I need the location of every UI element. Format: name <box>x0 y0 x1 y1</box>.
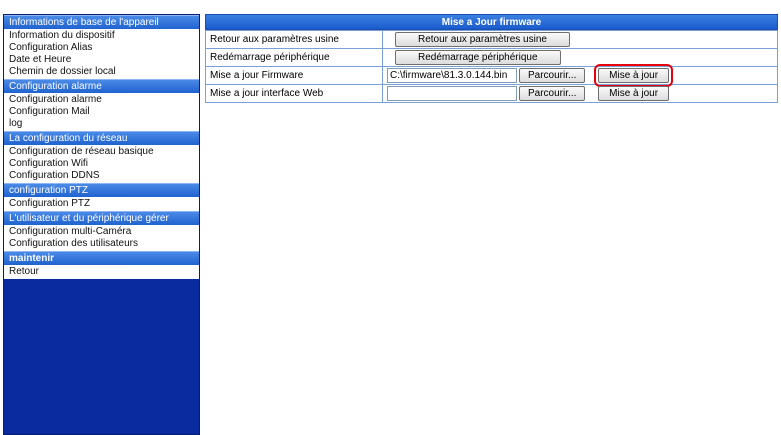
sidebar-group-user-device: Configuration multi-Caméra Configuration… <box>4 225 199 251</box>
reboot-button[interactable]: Redémarrage périphérique <box>395 50 561 65</box>
webui-file-input[interactable] <box>387 85 517 101</box>
firmware-table: Retour aux paramètres usine Retour aux p… <box>205 30 778 103</box>
reboot-label: Redémarrage périphérique <box>205 48 383 67</box>
sidebar-header-ptz[interactable]: configuration PTZ <box>4 183 199 197</box>
page-title: Mise a Jour firmware <box>205 14 778 30</box>
webui-update-button[interactable]: Mise à jour <box>598 86 670 102</box>
sidebar-header-network[interactable]: La configuration du réseau <box>4 131 199 145</box>
firmware-cell: C:\firmware\81.3.0.144.bin Parcourir... M… <box>382 64 778 88</box>
sidebar-item-mail-config[interactable]: Configuration Mail <box>4 106 199 118</box>
factory-reset-label: Retour aux paramètres usine <box>205 30 383 49</box>
sidebar-header-maintain[interactable]: maintenir <box>4 251 199 265</box>
factory-reset-cell: Retour aux paramètres usine <box>382 30 778 49</box>
sidebar-item-log[interactable]: log <box>4 118 199 130</box>
sidebar-item-ddns[interactable]: Configuration DDNS <box>4 170 199 182</box>
sidebar-group-network: Configuration de réseau basique Configur… <box>4 145 199 183</box>
firmware-browse-button[interactable]: Parcourir... <box>519 68 586 84</box>
sidebar-item-local-folder[interactable]: Chemin de dossier local <box>4 66 199 78</box>
firmware-file-input[interactable]: C:\firmware\81.3.0.144.bin <box>387 67 517 83</box>
sidebar-item-alarm-config[interactable]: Configuration alarme <box>4 94 199 106</box>
sidebar-header-alarm[interactable]: Configuration alarme <box>4 79 199 93</box>
sidebar-nav: Informations de base de l'appareil Infor… <box>3 14 200 435</box>
sidebar-header-user-device[interactable]: L'utilisateur et du périphérique gérer <box>4 211 199 225</box>
sidebar-group-device-info: Information du dispositif Configuration … <box>4 29 199 79</box>
table-row-reboot: Redémarrage périphérique Redémarrage pér… <box>205 48 778 67</box>
table-row-firmware: Mise a jour Firmware C:\firmware\81.3.0.… <box>205 64 778 88</box>
sidebar-item-multi-camera[interactable]: Configuration multi-Caméra <box>4 226 199 238</box>
firmware-panel: Mise a Jour firmware Retour aux paramètr… <box>205 14 778 103</box>
sidebar-group-ptz: Configuration PTZ <box>4 197 199 211</box>
sidebar-item-users[interactable]: Configuration des utilisateurs <box>4 238 199 250</box>
sidebar-item-date-time[interactable]: Date et Heure <box>4 54 199 66</box>
sidebar-item-ptz-config[interactable]: Configuration PTZ <box>4 198 199 210</box>
table-row-webui: Mise a jour interface Web Parcourir... M… <box>205 84 778 103</box>
sidebar-item-device-info[interactable]: Information du dispositif <box>4 30 199 42</box>
sidebar-group-alarm: Configuration alarme Configuration Mail … <box>4 93 199 131</box>
sidebar-group-maintain: Retour <box>4 265 199 279</box>
webui-label: Mise a jour interface Web <box>205 84 383 103</box>
factory-reset-button[interactable]: Retour aux paramètres usine <box>395 32 570 47</box>
firmware-update-button[interactable]: Mise à jour <box>594 64 674 88</box>
sidebar-header-device-info[interactable]: Informations de base de l'appareil <box>4 15 199 29</box>
sidebar-item-back[interactable]: Retour <box>4 266 199 278</box>
firmware-label: Mise a jour Firmware <box>205 66 383 85</box>
sidebar-item-basic-network[interactable]: Configuration de réseau basique <box>4 146 199 158</box>
webui-browse-button[interactable]: Parcourir... <box>519 86 586 102</box>
webui-cell: Parcourir... Mise à jour <box>382 84 778 103</box>
reboot-cell: Redémarrage périphérique <box>382 48 778 67</box>
sidebar-item-wifi[interactable]: Configuration Wifi <box>4 158 199 170</box>
table-row-factory-reset: Retour aux paramètres usine Retour aux p… <box>205 30 778 49</box>
sidebar-item-alias[interactable]: Configuration Alias <box>4 42 199 54</box>
